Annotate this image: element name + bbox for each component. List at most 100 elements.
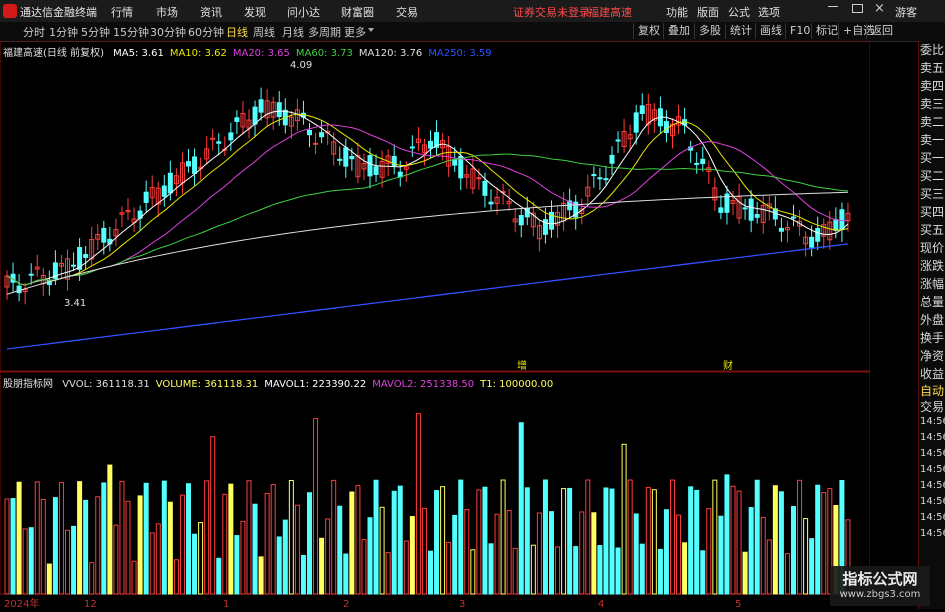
candle[interactable] (694, 162, 700, 165)
period-tab[interactable]: 月线 (282, 24, 304, 40)
volume-bar[interactable] (597, 545, 603, 595)
toolbar-button[interactable]: 返回 (866, 23, 897, 39)
volume-bar[interactable] (754, 479, 760, 595)
volume-bar[interactable] (373, 479, 379, 595)
menu-item[interactable]: 市场 (156, 4, 178, 20)
candle[interactable] (700, 158, 706, 165)
volume-bar[interactable] (797, 479, 803, 595)
volume-bar[interactable] (421, 507, 427, 595)
candle[interactable] (313, 142, 319, 145)
volume-bar[interactable] (470, 549, 476, 595)
volume-bar[interactable] (282, 519, 288, 595)
volume-bar[interactable] (71, 525, 77, 595)
volume-bar[interactable] (167, 501, 173, 595)
volume-bar[interactable] (555, 546, 561, 595)
volume-bar[interactable] (742, 551, 748, 595)
volume-bar[interactable] (682, 542, 688, 595)
candle[interactable] (101, 227, 107, 243)
period-tab[interactable]: 1分钟 (49, 24, 78, 40)
volume-bar[interactable] (4, 498, 10, 595)
volume-bar[interactable] (766, 539, 772, 595)
volume-bar[interactable] (428, 550, 433, 595)
volume-bar[interactable] (530, 544, 536, 595)
volume-bar[interactable] (542, 479, 548, 595)
volume-bar[interactable] (101, 482, 107, 595)
volume-bar[interactable] (748, 507, 754, 595)
volume-bar[interactable] (161, 480, 167, 595)
volume-bar[interactable] (179, 494, 185, 595)
volume-bar[interactable] (645, 486, 651, 595)
candle[interactable] (228, 132, 234, 141)
volume-bar[interactable] (119, 480, 125, 595)
volume-bar[interactable] (724, 474, 730, 595)
volume-bar[interactable] (355, 485, 361, 595)
volume-bar[interactable] (403, 540, 409, 595)
volume-bar[interactable] (500, 479, 506, 595)
candle[interactable] (476, 177, 482, 180)
candle[interactable] (488, 201, 494, 205)
volume-bar[interactable] (452, 514, 458, 595)
menu-item[interactable]: 发现 (244, 4, 266, 20)
volume-bar[interactable] (821, 492, 827, 595)
menu-item[interactable]: 问小达 (287, 4, 320, 20)
volume-bar[interactable] (803, 518, 809, 595)
volume-bar[interactable] (210, 436, 216, 595)
volume-bar[interactable] (603, 487, 609, 595)
login-warning[interactable]: 证券交易未登录 (513, 4, 590, 20)
volume-bar[interactable] (446, 541, 452, 595)
volume-bar[interactable] (252, 503, 258, 595)
candle[interactable] (833, 219, 839, 231)
volume-bar[interactable] (288, 480, 294, 595)
volume-bar[interactable] (379, 506, 385, 595)
volume-bar[interactable] (131, 560, 137, 595)
menu-item[interactable]: 资讯 (200, 4, 222, 20)
volume-bar[interactable] (40, 498, 46, 595)
candle[interactable] (597, 177, 603, 180)
candle[interactable] (791, 216, 796, 219)
volume-bar[interactable] (676, 514, 682, 595)
volume-bar[interactable] (192, 533, 198, 595)
volume-bar[interactable] (512, 547, 518, 595)
volume-bar[interactable] (270, 484, 276, 595)
volume-bar[interactable] (633, 513, 639, 595)
candle[interactable] (343, 147, 349, 167)
volume-bar[interactable] (143, 482, 149, 595)
candle[interactable] (349, 155, 355, 160)
volume-bar[interactable] (113, 524, 119, 595)
volume-bar[interactable] (609, 488, 615, 595)
candle[interactable] (591, 174, 597, 177)
volume-bar[interactable] (391, 490, 397, 595)
volume-bar[interactable] (276, 536, 282, 595)
candle[interactable] (633, 112, 639, 133)
volume-bar[interactable] (736, 490, 742, 595)
menu-item[interactable]: 交易 (396, 4, 418, 20)
candle[interactable] (83, 254, 89, 258)
volume-bar[interactable] (58, 482, 64, 595)
volume-bar[interactable] (65, 529, 70, 595)
volume-bar[interactable] (663, 509, 669, 595)
chevron-down-icon[interactable] (368, 28, 374, 32)
volume-bar[interactable] (615, 547, 621, 595)
candle[interactable] (234, 117, 240, 122)
volume-bar[interactable] (186, 483, 191, 595)
maximize-icon[interactable] (852, 4, 863, 13)
candle[interactable] (718, 207, 724, 213)
candle[interactable] (748, 198, 754, 221)
period-tab[interactable]: 15分钟 (113, 24, 149, 40)
period-tab[interactable]: 分时 (23, 24, 45, 40)
volume-bar[interactable] (694, 489, 700, 595)
right-menu-item[interactable]: 版面 (697, 4, 719, 20)
volume-bar[interactable] (228, 483, 234, 595)
volume-bar[interactable] (561, 488, 567, 595)
volume-bar[interactable] (89, 562, 95, 595)
volume-bar[interactable] (791, 506, 796, 595)
period-tab[interactable]: 日线 (226, 24, 248, 40)
period-tab[interactable]: 更多 (344, 24, 366, 40)
volume-bar[interactable] (434, 490, 440, 595)
volume-bar[interactable] (760, 516, 766, 595)
volume-bar[interactable] (397, 485, 403, 595)
volume-bar[interactable] (549, 511, 554, 595)
volume-bar[interactable] (240, 520, 246, 595)
volume-bar[interactable] (155, 523, 161, 595)
volume-bar[interactable] (216, 557, 222, 595)
